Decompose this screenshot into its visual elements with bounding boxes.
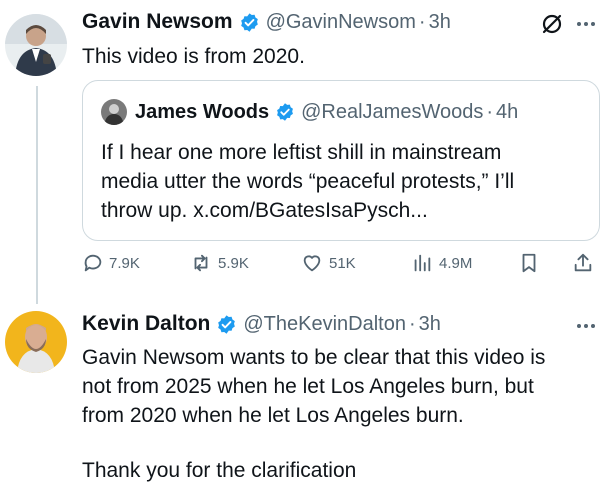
quote-author-handle: @RealJamesWoods bbox=[301, 100, 484, 123]
reply-icon bbox=[84, 254, 102, 272]
more-options-icon[interactable] bbox=[574, 314, 598, 338]
separator-dot: · bbox=[486, 100, 494, 123]
quote-text-line: If I hear one more leftist shill in main… bbox=[101, 141, 502, 164]
separator-dot: · bbox=[418, 10, 426, 33]
tweet2-top-icons bbox=[574, 314, 598, 338]
tweet1-top-icons bbox=[540, 12, 598, 36]
verified-badge-icon bbox=[239, 12, 260, 33]
bookmark-button[interactable] bbox=[518, 252, 545, 274]
repost-button[interactable]: 5.9K bbox=[189, 252, 249, 274]
verified-badge-icon bbox=[275, 102, 295, 122]
views-button[interactable]: 4.9M bbox=[410, 252, 472, 274]
quoted-tweet-card[interactable]: James Woods @RealJamesWoods · 4h If I he… bbox=[82, 80, 600, 241]
quote-text-line: media utter the words “peaceful protests… bbox=[101, 170, 515, 193]
avatar[interactable] bbox=[5, 14, 67, 76]
view-count: 4.9M bbox=[439, 254, 473, 272]
author-name[interactable]: Kevin Dalton bbox=[82, 312, 210, 336]
author-handle[interactable]: @GavinNewsom bbox=[266, 11, 416, 34]
repost-count: 5.9K bbox=[218, 254, 249, 272]
quote-text-line: throw up. x.com/BGatesIsaPysch... bbox=[101, 199, 428, 222]
more-options-icon[interactable] bbox=[574, 12, 598, 36]
like-count: 51K bbox=[329, 254, 356, 272]
timestamp[interactable]: 3h bbox=[429, 11, 451, 34]
quote-timestamp: 4h bbox=[496, 100, 519, 123]
tweet2-header: Kevin Dalton @TheKevinDalton · 3h bbox=[82, 312, 441, 336]
reply-button[interactable]: 7.9K bbox=[82, 252, 140, 274]
timestamp[interactable]: 3h bbox=[419, 313, 441, 336]
share-icon bbox=[574, 253, 592, 272]
grok-icon[interactable] bbox=[540, 12, 564, 36]
tweet2-text-line: not from 2025 when he let Los Angeles bu… bbox=[82, 375, 534, 398]
verified-badge-icon bbox=[216, 314, 237, 335]
share-button[interactable] bbox=[572, 252, 599, 274]
tweet1-action-bar: 7.9K 5.9K 51K 4.9M bbox=[82, 252, 602, 282]
like-button[interactable]: 51K bbox=[300, 252, 356, 274]
repost-icon bbox=[194, 254, 208, 272]
bookmark-icon bbox=[522, 253, 536, 273]
heart-icon bbox=[303, 255, 321, 272]
quote-author-name: James Woods bbox=[135, 100, 270, 123]
thread-connector-line bbox=[36, 86, 38, 304]
author-handle[interactable]: @TheKevinDalton bbox=[243, 313, 406, 336]
tweet1-header: Gavin Newsom @GavinNewsom · 3h bbox=[82, 10, 451, 34]
tweet1-text: This video is from 2020. bbox=[82, 45, 305, 68]
separator-dot: · bbox=[408, 312, 416, 335]
quote-header: James Woods @RealJamesWoods · 4h bbox=[101, 99, 518, 125]
avatar[interactable] bbox=[5, 311, 67, 373]
tweet2-text-line: from 2020 when he let Los Angeles burn. bbox=[82, 404, 464, 427]
reply-count: 7.9K bbox=[109, 254, 140, 272]
tweet2-text-line: Thank you for the clarification bbox=[82, 459, 357, 482]
quote-text: If I hear one more leftist shill in main… bbox=[101, 138, 581, 225]
tweet2-text: Gavin Newsom wants to be clear that this… bbox=[82, 343, 607, 485]
author-name[interactable]: Gavin Newsom bbox=[82, 10, 233, 34]
views-icon bbox=[414, 254, 431, 272]
tweet2-text-line: Gavin Newsom wants to be clear that this… bbox=[82, 346, 546, 369]
avatar bbox=[101, 99, 127, 125]
